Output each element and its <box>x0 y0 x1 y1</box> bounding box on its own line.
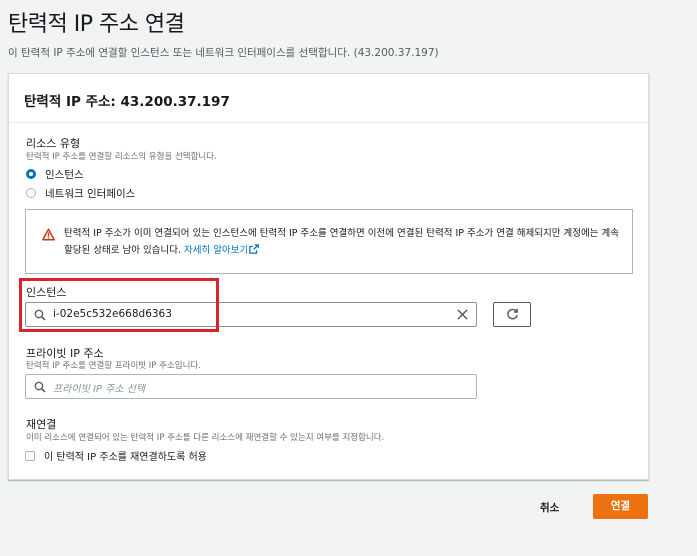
associate-button[interactable]: 연결 <box>593 494 648 519</box>
alert-text: 탄력적 IP 주소가 이미 연결되어 있는 인스턴스에 탄력적 IP 주소를 연… <box>64 225 624 259</box>
highlight-annotation <box>19 278 219 332</box>
radio-network-interface-control[interactable] <box>26 188 36 198</box>
warning-icon <box>42 228 55 241</box>
radio-instance[interactable]: 인스턴스 <box>26 167 84 181</box>
radio-instance-label: 인스턴스 <box>45 168 84 181</box>
panel-title: 탄력적 IP 주소: 43.200.37.197 <box>24 94 230 110</box>
reassociation-checkbox-row[interactable]: 이 탄력적 IP 주소를 재연결하도록 허용 <box>25 448 207 463</box>
radio-network-interface-label: 네트워크 인터페이스 <box>45 187 136 200</box>
search-icon <box>34 381 46 393</box>
learn-more-link[interactable]: 자세히 알아보기 <box>184 244 259 256</box>
page-title: 탄력적 IP 주소 연결 <box>8 12 185 37</box>
resource-type-description: 탄력적 IP 주소를 연결할 리소스의 유형을 선택합니다. <box>26 152 217 162</box>
associate-panel: 탄력적 IP 주소: 43.200.37.197 리소스 유형 탄력적 IP 주… <box>8 73 649 480</box>
radio-instance-control[interactable] <box>26 169 36 179</box>
private-ip-select[interactable]: 프라이빗 IP 주소 선택 <box>25 374 477 399</box>
warning-alert: 탄력적 IP 주소가 이미 연결되어 있는 인스턴스에 탄력적 IP 주소를 연… <box>25 209 633 274</box>
refresh-icon <box>507 308 518 320</box>
private-ip-placeholder: 프라이빗 IP 주소 선택 <box>53 384 146 395</box>
refresh-button[interactable] <box>493 302 531 327</box>
resource-type-label: 리소스 유형 <box>26 137 81 150</box>
reassociation-checkbox[interactable] <box>25 450 35 461</box>
cancel-button[interactable]: 취소 <box>540 497 559 517</box>
private-ip-description: 탄력적 IP 주소를 연결할 프라이빗 IP 주소입니다. <box>26 361 201 371</box>
close-icon[interactable] <box>456 308 469 321</box>
learn-more-label: 자세히 알아보기 <box>184 245 249 256</box>
page-description: 이 탄력적 IP 주소에 연결할 인스턴스 또는 네트워크 인터페이스를 선택합… <box>8 47 439 59</box>
reassociation-description: 이미 리소스에 연결되어 있는 탄력적 IP 주소를 다른 리소스에 재연결할 … <box>26 433 385 443</box>
external-link-icon <box>249 244 259 254</box>
alert-message: 탄력적 IP 주소가 이미 연결되어 있는 인스턴스에 탄력적 IP 주소를 연… <box>64 228 619 256</box>
reassociation-checkbox-label: 이 탄력적 IP 주소를 재연결하도록 허용 <box>44 452 207 463</box>
panel-header: 탄력적 IP 주소: 43.200.37.197 <box>9 74 648 123</box>
reassociation-label: 재연결 <box>26 418 57 431</box>
radio-network-interface[interactable]: 네트워크 인터페이스 <box>26 186 135 200</box>
